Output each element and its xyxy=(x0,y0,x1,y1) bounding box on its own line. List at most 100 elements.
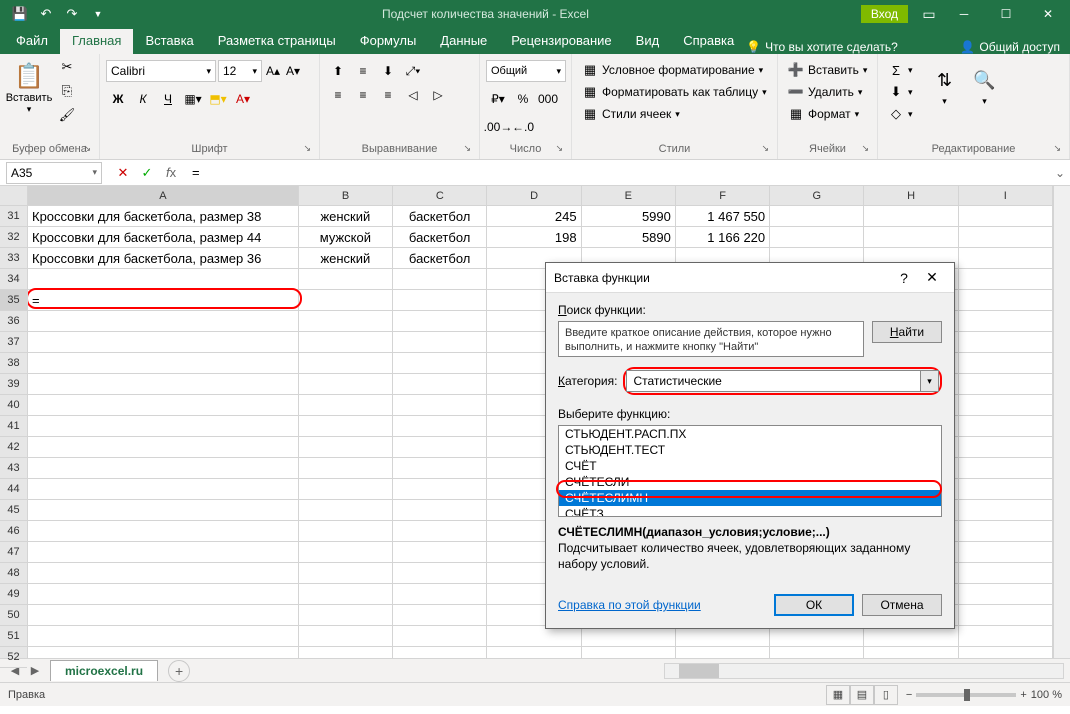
category-combo[interactable]: Статистические ▾ xyxy=(626,370,939,392)
row-header[interactable]: 41 xyxy=(0,416,27,437)
cell[interactable] xyxy=(28,500,299,521)
tab-page-layout[interactable]: Разметка страницы xyxy=(206,29,348,54)
dialog-title-bar[interactable]: Вставка функции ? ✕ xyxy=(546,263,954,293)
fill-color-icon[interactable]: ⬒▾ xyxy=(206,88,230,110)
row-header[interactable]: 51 xyxy=(0,626,27,647)
cell[interactable] xyxy=(959,521,1053,542)
cell[interactable] xyxy=(299,500,393,521)
cell[interactable] xyxy=(299,605,393,626)
cancel-formula-icon[interactable]: ✕ xyxy=(112,163,134,183)
align-bottom-icon[interactable]: ⬇ xyxy=(376,60,400,82)
column-header[interactable]: C xyxy=(393,186,487,205)
cell[interactable]: 1 467 550 xyxy=(676,206,770,227)
cell[interactable] xyxy=(959,227,1053,248)
cell[interactable] xyxy=(299,647,393,658)
cell[interactable] xyxy=(393,626,487,647)
view-normal-icon[interactable]: ▦ xyxy=(826,685,850,705)
sheet-nav-next-icon[interactable]: ▶ xyxy=(26,662,44,680)
cell[interactable] xyxy=(393,584,487,605)
font-color-icon[interactable]: A▾ xyxy=(231,88,255,110)
percent-icon[interactable]: % xyxy=(511,88,535,110)
minimize-button[interactable]: ─ xyxy=(944,1,984,27)
cell[interactable] xyxy=(28,479,299,500)
cell[interactable] xyxy=(393,416,487,437)
cell[interactable] xyxy=(393,542,487,563)
row-header[interactable]: 31 xyxy=(0,206,27,227)
row-header[interactable]: 45 xyxy=(0,500,27,521)
function-list-item[interactable]: СТЬЮДЕНТ.ТЕСТ xyxy=(559,442,941,458)
cell[interactable] xyxy=(393,521,487,542)
cell[interactable] xyxy=(959,374,1053,395)
indent-increase-icon[interactable]: ▷ xyxy=(426,84,450,106)
cell[interactable] xyxy=(959,500,1053,521)
number-format-combo[interactable]: Общий▾ xyxy=(486,60,566,82)
cell[interactable] xyxy=(393,269,487,290)
paste-button[interactable]: 📋 Вставить ▾ xyxy=(6,56,52,115)
cell[interactable] xyxy=(299,269,393,290)
cell[interactable]: 198 xyxy=(487,227,581,248)
cell[interactable] xyxy=(393,353,487,374)
cell[interactable] xyxy=(582,647,676,658)
formula-input[interactable] xyxy=(186,162,1050,184)
row-header[interactable]: 46 xyxy=(0,521,27,542)
cell[interactable] xyxy=(393,500,487,521)
cell[interactable] xyxy=(393,647,487,658)
maximize-button[interactable]: ☐ xyxy=(986,1,1026,27)
decrease-font-icon[interactable]: A▾ xyxy=(284,60,302,82)
function-list-item[interactable]: СТЬЮДЕНТ.РАСП.ПХ xyxy=(559,426,941,442)
align-middle-icon[interactable]: ≡ xyxy=(351,60,375,82)
search-function-input[interactable]: Введите краткое описание действия, котор… xyxy=(558,321,864,357)
cell[interactable] xyxy=(959,332,1053,353)
cell[interactable] xyxy=(299,626,393,647)
cell[interactable] xyxy=(28,563,299,584)
cell[interactable] xyxy=(864,227,958,248)
comma-icon[interactable]: 000 xyxy=(536,88,560,110)
cell[interactable] xyxy=(959,416,1053,437)
column-header[interactable]: H xyxy=(864,186,958,205)
increase-font-icon[interactable]: A▴ xyxy=(264,60,282,82)
cell[interactable] xyxy=(28,332,299,353)
cell[interactable] xyxy=(299,374,393,395)
cell[interactable] xyxy=(770,206,864,227)
cell[interactable] xyxy=(28,626,299,647)
align-top-icon[interactable]: ⬆ xyxy=(326,60,350,82)
cell[interactable]: женский xyxy=(299,248,393,269)
cell[interactable]: Кроссовки для баскетбола, размер 38 xyxy=(28,206,299,227)
cell[interactable]: Кроссовки для баскетбола, размер 36 xyxy=(28,248,299,269)
cell[interactable] xyxy=(393,290,487,311)
dialog-close-icon[interactable]: ✕ xyxy=(918,266,946,290)
align-left-icon[interactable]: ≡ xyxy=(326,84,350,106)
orientation-icon[interactable]: ⤢▾ xyxy=(401,60,425,82)
cell[interactable] xyxy=(299,416,393,437)
cell-styles-button[interactable]: ▦Стили ячеек▾ xyxy=(578,104,771,124)
enter-formula-icon[interactable]: ✓ xyxy=(136,163,158,183)
cell[interactable] xyxy=(959,605,1053,626)
cell[interactable] xyxy=(393,563,487,584)
sheet-tab[interactable]: microexcel.ru xyxy=(50,660,158,681)
row-header[interactable]: 34 xyxy=(0,269,27,290)
cell[interactable] xyxy=(28,542,299,563)
tab-review[interactable]: Рецензирование xyxy=(499,29,623,54)
align-center-icon[interactable]: ≡ xyxy=(351,84,375,106)
cell[interactable]: баскетбол xyxy=(393,248,487,269)
cell[interactable] xyxy=(959,290,1053,311)
cut-icon[interactable]: ✂ xyxy=(56,56,78,78)
cell[interactable] xyxy=(299,584,393,605)
cell[interactable] xyxy=(299,311,393,332)
format-as-table-button[interactable]: ▦Форматировать как таблицу▾ xyxy=(578,82,771,102)
qat-dropdown-icon[interactable]: ▼ xyxy=(86,4,110,24)
tab-insert[interactable]: Вставка xyxy=(133,29,205,54)
format-cells-button[interactable]: ▦Формат▾ xyxy=(784,104,871,124)
cell[interactable]: = xyxy=(28,290,299,311)
cell[interactable] xyxy=(393,311,487,332)
save-icon[interactable]: 💾 xyxy=(8,4,32,24)
function-list-item[interactable]: СЧЁТЕСЛИМН xyxy=(559,490,941,506)
row-header[interactable]: 49 xyxy=(0,584,27,605)
cell[interactable] xyxy=(959,269,1053,290)
font-name-combo[interactable]: Calibri▾ xyxy=(106,60,216,82)
view-page-layout-icon[interactable]: ▤ xyxy=(850,685,874,705)
decrease-decimal-icon[interactable]: ←.0 xyxy=(511,116,535,138)
row-header[interactable]: 38 xyxy=(0,353,27,374)
align-right-icon[interactable]: ≡ xyxy=(376,84,400,106)
tab-formulas[interactable]: Формулы xyxy=(348,29,429,54)
